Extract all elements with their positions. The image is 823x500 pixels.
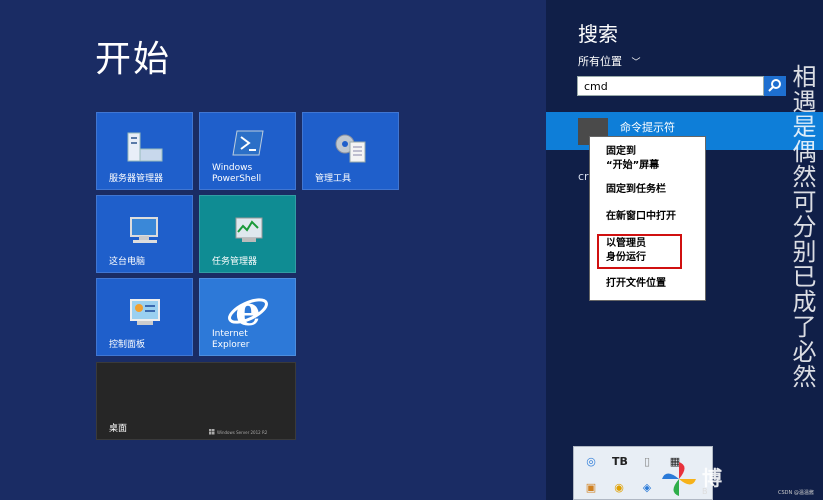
- tile-label: 任务管理器: [212, 257, 258, 267]
- gear-icon: [335, 134, 365, 163]
- tile-powershell[interactable]: Windows PowerShell: [199, 112, 296, 190]
- secondary-result-text: cr: [578, 170, 589, 183]
- search-icon: [768, 79, 781, 92]
- tile-task-manager[interactable]: 任务管理器: [199, 195, 296, 273]
- task-manager-icon: [235, 217, 262, 242]
- tile-admin-tools[interactable]: 管理工具: [302, 112, 399, 190]
- tile-label: 管理工具: [315, 174, 352, 184]
- start-title: 开始: [95, 39, 172, 80]
- computer-icon: [129, 217, 158, 243]
- context-menu: 固定到 “开始”屏幕 固定到任务栏 在新窗口中打开 以管理员 身份运行 打开文件…: [589, 136, 706, 301]
- search-button[interactable]: [764, 76, 786, 96]
- search-scope-dropdown[interactable]: 所有位置 ﹀: [578, 53, 641, 69]
- vertical-overlay-text: 相遇是偶然可分别已成了必然: [788, 64, 816, 389]
- tile-control-panel[interactable]: 控制面板: [96, 278, 193, 356]
- internet-explorer-icon: e: [227, 291, 268, 331]
- run-as-admin-highlight: [597, 234, 682, 269]
- pinwheel-logo-icon: [662, 462, 696, 496]
- tile-label: 这台电脑: [109, 257, 146, 267]
- csdn-credit: CSDN @温温酱: [778, 490, 814, 496]
- search-title: 搜索: [578, 22, 618, 46]
- search-result-label: 命令提示符: [620, 121, 675, 134]
- chrome-icon[interactable]: ◉: [612, 481, 626, 495]
- tile-label: 服务器管理器: [109, 174, 164, 184]
- app-tb-icon[interactable]: TB: [612, 455, 628, 469]
- search-scope-label: 所有位置: [578, 55, 622, 68]
- chevron-down-icon: ﹀: [631, 58, 641, 68]
- app-icon[interactable]: ▯: [640, 455, 654, 469]
- folder-icon[interactable]: ▣: [584, 481, 598, 495]
- tile-label: Windows PowerShell: [212, 163, 262, 184]
- watermark-small-text: B: [702, 487, 708, 496]
- menu-item-pin-taskbar[interactable]: 固定到任务栏: [606, 183, 666, 197]
- menu-item-open-new-window[interactable]: 在新窗口中打开: [606, 210, 676, 224]
- tile-desktop[interactable]: 桌面 Windows Server 2012 R2: [96, 362, 296, 440]
- search-input[interactable]: cmd: [577, 76, 764, 96]
- powershell-icon: [231, 130, 264, 156]
- server-manager-icon: [127, 132, 162, 162]
- tile-this-pc[interactable]: 这台电脑: [96, 195, 193, 273]
- app-icon-2[interactable]: ◈: [640, 481, 654, 495]
- tile-label: 桌面: [109, 424, 128, 434]
- windows-logo-icon: [209, 429, 215, 435]
- tile-server-manager[interactable]: 服务器管理器: [96, 112, 193, 190]
- svg-text:e: e: [235, 291, 260, 331]
- network-icon[interactable]: ◎: [584, 455, 598, 469]
- tile-label: 控制面板: [109, 340, 146, 350]
- tile-label: Internet Explorer: [212, 329, 250, 350]
- menu-item-open-file-location[interactable]: 打开文件位置: [606, 277, 666, 291]
- tile-internet-explorer[interactable]: e Internet Explorer: [199, 278, 296, 356]
- control-panel-icon: [129, 299, 160, 325]
- desktop-os-caption: Windows Server 2012 R2: [217, 430, 268, 435]
- menu-item-pin-start[interactable]: 固定到 “开始”屏幕: [606, 145, 659, 173]
